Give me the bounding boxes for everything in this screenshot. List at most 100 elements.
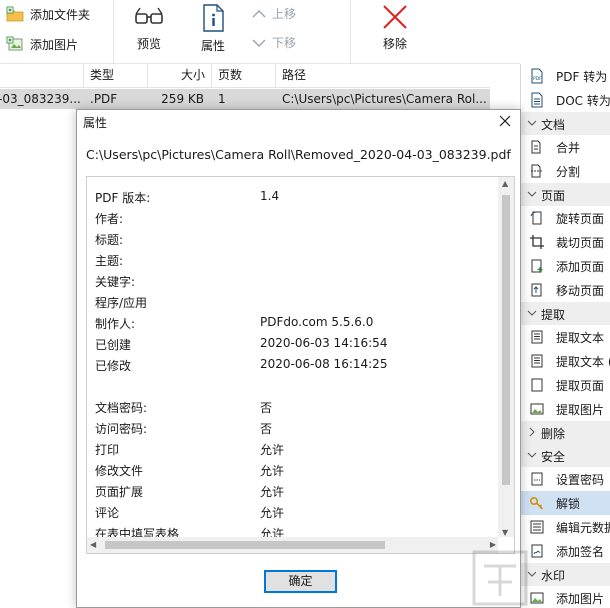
info-document-icon	[203, 4, 224, 32]
chevron-down-icon	[527, 120, 537, 126]
move-down-label: 下移	[272, 36, 297, 50]
image-icon	[530, 592, 544, 604]
column-header-path[interactable]: 路径	[276, 64, 490, 88]
property-key: 修改文件	[95, 464, 144, 478]
move-down-button[interactable]: 下移	[252, 34, 296, 51]
group-label: 水印	[541, 569, 566, 583]
app-window: 添加文件夹 添加图片 预览 属性 上移 下移 移除 类型 大小 页数 路径 -0…	[0, 0, 610, 608]
group-label: 页面	[541, 189, 566, 203]
sidebar-item-split[interactable]: 分割	[521, 159, 610, 183]
text-document-icon	[531, 354, 543, 368]
sidebar-item-edit-metadata[interactable]: 编辑元数据	[521, 515, 610, 539]
scroll-up-arrow-icon[interactable]: ▲	[502, 179, 508, 188]
sidebar-item-rotate-page[interactable]: 旋转页面	[521, 206, 610, 230]
svg-text:PDF: PDF	[533, 76, 542, 82]
scroll-left-arrow-icon[interactable]: ◀	[90, 540, 96, 549]
property-key: 页面扩展	[95, 485, 144, 499]
column-header-type[interactable]: 类型	[84, 64, 148, 88]
sidebar-item-label: 添加页面	[556, 260, 605, 274]
crop-icon	[530, 235, 544, 249]
sidebar-group-security[interactable]: 安全	[521, 444, 610, 467]
property-key: 已创建	[95, 338, 132, 352]
sidebar-item-watermark-add-image[interactable]: 添加图片	[521, 586, 610, 608]
add-image-label: 添加图片	[30, 37, 79, 52]
add-image-icon	[6, 36, 23, 51]
sidebar-item-extract-image[interactable]: 提取图片	[521, 397, 610, 421]
sidebar-group-watermark[interactable]: 水印	[521, 563, 610, 586]
close-icon[interactable]	[498, 114, 512, 128]
sidebar-item-label: 分割	[556, 165, 581, 179]
sidebar-item-extract-text-ocr[interactable]: 提取文本 (	[521, 349, 610, 373]
sidebar-item-add-page[interactable]: 添加页面	[521, 254, 610, 278]
sidebar-item-move-page[interactable]: 移动页面	[521, 278, 610, 302]
property-value: 1.4	[260, 189, 280, 203]
properties-dialog: 属性 C:\Users\pc\Pictures\Camera Roll\Remo…	[76, 109, 521, 608]
column-header-name[interactable]	[0, 64, 84, 88]
properties-button[interactable]: 属性	[187, 2, 239, 60]
column-header-pages[interactable]: 页数	[212, 64, 276, 88]
sidebar-item-label: DOC 转为	[556, 94, 610, 108]
horizontal-scroll-thumb[interactable]	[105, 541, 385, 549]
preview-button[interactable]: 预览	[123, 2, 175, 60]
sidebar-item-label: 提取文本	[556, 331, 605, 345]
chevron-down-icon	[252, 39, 266, 47]
remove-button[interactable]: 移除	[369, 2, 421, 60]
ok-button[interactable]: 确定	[264, 570, 337, 593]
sidebar-group-page[interactable]: 页面	[521, 183, 610, 206]
sidebar-item-unlock[interactable]: 解锁	[521, 491, 610, 515]
group-label: 删除	[541, 427, 566, 441]
metadata-icon	[530, 520, 544, 534]
sidebar-item-label: 提取页面	[556, 379, 605, 393]
vertical-scroll-thumb[interactable]	[502, 195, 510, 485]
sidebar-item-merge[interactable]: 合并	[521, 135, 610, 159]
table-row[interactable]: -03_083239.... .PDF 259 KB 1 C:\Users\pc…	[0, 89, 490, 109]
property-key: 评论	[95, 506, 120, 520]
sidebar-item-crop-page[interactable]: 裁切页面	[521, 230, 610, 254]
sidebar-item-label: 设置密码	[556, 473, 605, 487]
toolbar-divider	[350, 0, 351, 64]
vertical-scrollbar[interactable]: ▲ ▼	[498, 177, 514, 539]
sidebar-item-extract-text[interactable]: 提取文本	[521, 325, 610, 349]
sidebar-item-label: 编辑元数据	[556, 521, 610, 535]
property-value: 2020-06-08 16:14:25	[260, 357, 388, 371]
move-up-button[interactable]: 上移	[252, 5, 296, 22]
chevron-down-icon	[527, 191, 537, 197]
sidebar-group-extract[interactable]: 提取	[521, 302, 610, 325]
property-key: 标题:	[95, 233, 124, 247]
chevron-up-icon	[252, 9, 266, 17]
pdf-doc-icon: PDF	[531, 68, 543, 84]
property-value: 允许	[260, 485, 285, 499]
sidebar-item-pdf-convert[interactable]: PDF PDF 转为	[521, 64, 610, 88]
doc-file-icon	[531, 92, 543, 108]
add-folder-icon	[6, 6, 24, 22]
sidebar-item-label: 移动页面	[556, 284, 605, 298]
add-folder-label: 添加文件夹	[30, 7, 91, 22]
sidebar-item-doc-convert[interactable]: DOC 转为	[521, 88, 610, 112]
group-label: 提取	[541, 308, 566, 322]
property-value: 否	[260, 401, 273, 415]
add-image-button[interactable]: 添加图片	[6, 33, 78, 55]
text-document-icon	[531, 330, 543, 344]
scroll-down-arrow-icon[interactable]: ▼	[502, 528, 508, 537]
rotate-icon	[530, 211, 542, 225]
column-header-size[interactable]: 大小	[148, 64, 212, 88]
property-value: PDFdo.com 5.5.6.0	[260, 315, 374, 329]
properties-list: PDF 版本: 1.4 作者: 标题: 主题: 关键字: 程序/应用 制作人: PD…	[86, 176, 515, 554]
image-icon	[530, 403, 544, 415]
sidebar-item-label: 提取图片	[556, 403, 605, 417]
sidebar-item-extract-page[interactable]: 提取页面	[521, 373, 610, 397]
sidebar-group-document[interactable]: 文档	[521, 112, 610, 135]
chevron-right-icon	[529, 427, 535, 437]
operations-sidebar: PDF PDF 转为 DOC 转为 文档 合并 分割 页面 旋转页面 裁切页面 …	[520, 64, 610, 608]
cell-path: C:\Users\pc\Pictures\Camera Rol...	[282, 92, 487, 106]
horizontal-scrollbar[interactable]: ◀ ▶	[87, 537, 499, 553]
sidebar-item-add-signature[interactable]: 添加签名	[521, 539, 610, 563]
sidebar-item-label: 旋转页面	[556, 212, 605, 226]
add-folder-button[interactable]: 添加文件夹	[6, 3, 90, 25]
property-key: 文档密码:	[95, 401, 148, 415]
sidebar-item-set-password[interactable]: 设置密码	[521, 467, 610, 491]
remove-label: 移除	[382, 37, 407, 51]
property-key: PDF 版本:	[95, 191, 151, 205]
sidebar-group-delete[interactable]: 删除	[521, 421, 610, 444]
property-value: 2020-06-03 14:16:54	[260, 336, 388, 350]
